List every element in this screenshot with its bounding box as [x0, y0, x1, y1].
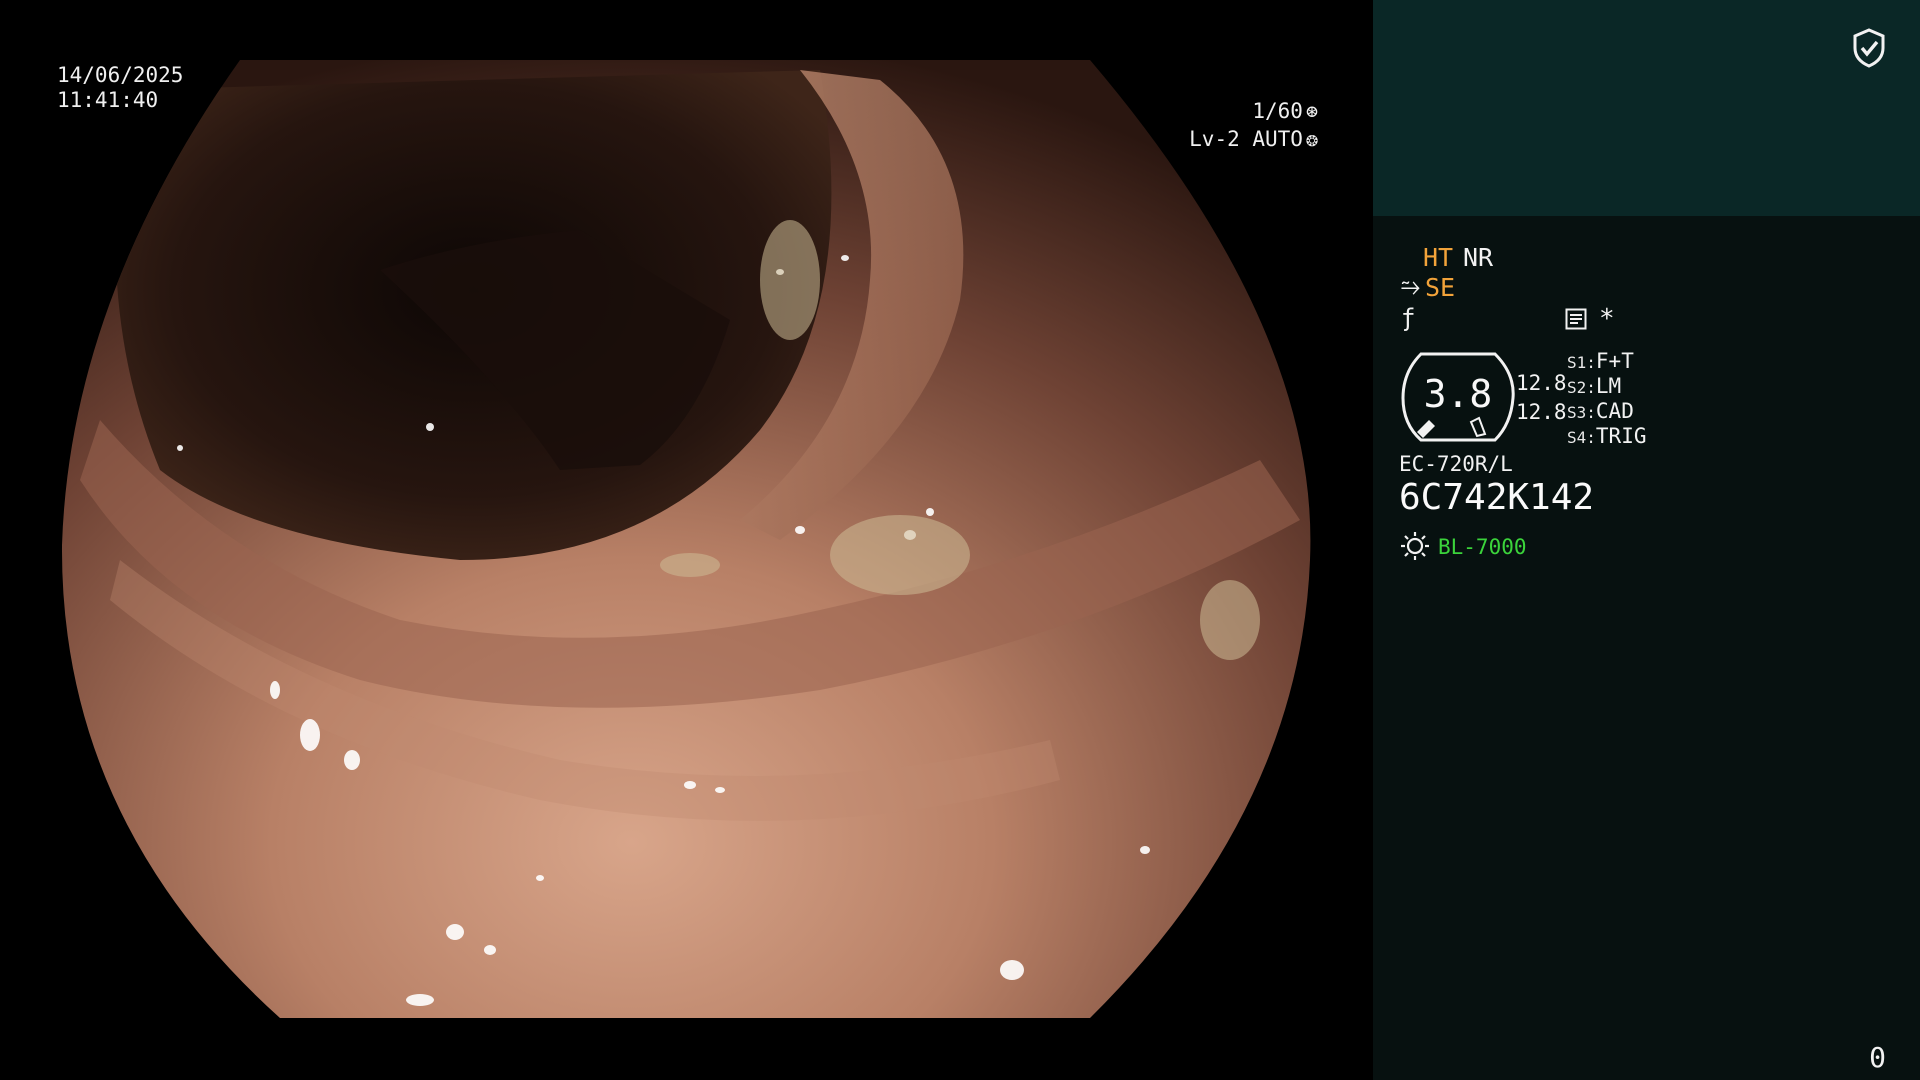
gauge-readout-top: 12.8: [1516, 371, 1567, 395]
exam-time: 11:41:40: [57, 88, 159, 112]
switch-2-assignment: S2:LM: [1567, 374, 1621, 400]
gauge-readout-bottom: 12.8: [1516, 400, 1567, 424]
memo-icon: [1565, 308, 1587, 330]
exam-date: 14/06/2025: [57, 63, 184, 87]
switch-key: S4:: [1567, 428, 1596, 447]
status-panel: HT NR ⥲ SE ƒ * 3.8 12.8 12.8 S1:F+T S2:L…: [1373, 0, 1920, 1080]
switch-value: CAD: [1595, 399, 1634, 423]
switch-key: S3:: [1567, 403, 1596, 422]
switch-3-assignment: S3:CAD: [1567, 399, 1634, 425]
aperture-icon: ⊛: [1305, 99, 1318, 123]
switch-4-assignment: S4:TRIG: [1567, 424, 1646, 450]
scope-serial-number: 6C742K142: [1399, 477, 1595, 518]
shutter-speed-value: 1/60: [1252, 99, 1303, 123]
asterisk-indicator: *: [1599, 304, 1615, 334]
zoom-value: 3.8: [1423, 372, 1493, 416]
iris-level-readout: Lv-2 AUTO ❂: [1189, 127, 1318, 152]
structure-enhance-indicator: SE: [1425, 273, 1456, 302]
switch-key: S1:: [1567, 353, 1596, 372]
iris-icon: ❂: [1305, 127, 1318, 151]
lamp-icon: [1401, 532, 1429, 560]
endoscopy-monitor: 14/06/2025 11:41:40 1/60 ⊛ Lv-2 AUTO ❂ HT …: [0, 0, 1920, 1080]
image-counter: 0: [1869, 1041, 1886, 1074]
noise-reduction-indicator: NR: [1463, 243, 1494, 272]
switch-1-assignment: S1:F+T: [1567, 349, 1634, 375]
iris-level-value: Lv-2 AUTO: [1189, 127, 1303, 151]
endoscope-video-view: 14/06/2025 11:41:40 1/60 ⊛ Lv-2 AUTO ❂: [0, 0, 1373, 1080]
panel-header-area: [1373, 0, 1920, 216]
switch-key: S2:: [1567, 378, 1596, 397]
light-source-model: BL-7000: [1438, 535, 1527, 559]
shield-check-icon: [1853, 28, 1885, 68]
shutter-speed-readout: 1/60 ⊛: [1252, 99, 1318, 124]
switch-value: TRIG: [1595, 424, 1647, 448]
switch-value: F+T: [1595, 349, 1634, 373]
hue-tone-indicator: HT: [1423, 243, 1454, 272]
f-stop-icon: ƒ: [1401, 304, 1416, 332]
scope-model: EC-720R/L: [1399, 452, 1513, 476]
se-icon: ⥲: [1401, 272, 1421, 300]
switch-value: LM: [1595, 374, 1622, 398]
colon-lumen-image: [61, 60, 1311, 1018]
